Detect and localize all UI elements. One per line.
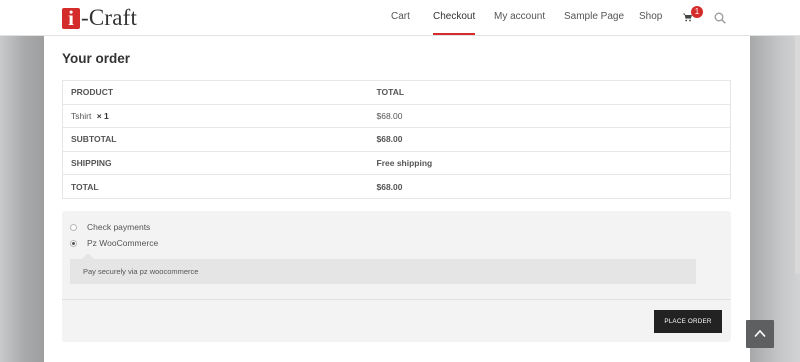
table-row: TOTAL $68.00: [63, 175, 731, 199]
payment-radio-check[interactable]: [70, 223, 77, 231]
payment-divider: [62, 299, 731, 300]
payment-method-check[interactable]: Check payments: [70, 221, 150, 233]
order-heading: Your order: [62, 51, 131, 66]
nav-item-my-account[interactable]: My account: [494, 0, 545, 36]
payment-method-pz-woocommerce[interactable]: Pz WooCommerce: [70, 237, 158, 249]
window-scrollbar[interactable]: [795, 36, 800, 274]
payment-radio-pz-woocommerce[interactable]: [70, 239, 77, 247]
payment-method-label[interactable]: Pz WooCommerce: [87, 238, 158, 248]
site-header: i -Craft Cart Checkout My account Sample…: [0, 0, 800, 36]
scroll-to-top-button[interactable]: [746, 320, 774, 348]
table-row: SHIPPING Free shipping: [62, 151, 731, 176]
order-review-table: PRODUCT TOTAL Tshirt × 1 $68.00 SUBTOTAL…: [62, 80, 731, 199]
product-total: $68.00: [369, 104, 731, 129]
chevron-up-icon: [754, 329, 766, 338]
column-header-total: TOTAL: [369, 80, 731, 105]
table-header-row: PRODUCT TOTAL: [62, 80, 731, 105]
logo-badge: i: [62, 7, 80, 29]
cart-count-badge: 1: [691, 6, 703, 18]
table-row: Tshirt × 1 $68.00: [62, 104, 731, 129]
product-quantity: × 1: [96, 110, 109, 121]
shipping-label: SHIPPING: [62, 151, 370, 176]
total-value: $68.00: [376, 181, 403, 192]
nav-item-checkout[interactable]: Checkout: [433, 0, 476, 36]
total-label: TOTAL: [71, 181, 99, 192]
payment-section: Check payments Pz WooCommerce Pay secure…: [62, 211, 731, 342]
site-logo[interactable]: i -Craft: [62, 6, 137, 30]
place-order-button[interactable]: PLACE ORDER: [654, 310, 722, 333]
nav-item-cart[interactable]: Cart: [391, 0, 410, 36]
search-icon[interactable]: [714, 12, 726, 24]
column-header-product: PRODUCT: [62, 80, 370, 105]
product-name: Tshirt: [71, 110, 92, 121]
table-row: SUBTOTAL $68.00: [62, 127, 731, 152]
subtotal-label: SUBTOTAL: [62, 127, 370, 152]
checkout-content: Your order PRODUCT TOTAL Tshirt × 1 $68.…: [44, 36, 750, 362]
nav-item-sample-page[interactable]: Sample Page: [564, 0, 624, 36]
payment-method-description: Pay securely via pz woocommerce: [70, 253, 696, 284]
logo-text: -Craft: [81, 5, 138, 30]
payment-method-label[interactable]: Check payments: [87, 222, 150, 232]
page-background-right: [746, 36, 800, 362]
nav-item-shop[interactable]: Shop: [639, 0, 662, 36]
subtotal-value: $68.00: [369, 127, 731, 152]
product-cell: Tshirt × 1: [62, 104, 370, 129]
shipping-value: Free shipping: [369, 151, 731, 176]
